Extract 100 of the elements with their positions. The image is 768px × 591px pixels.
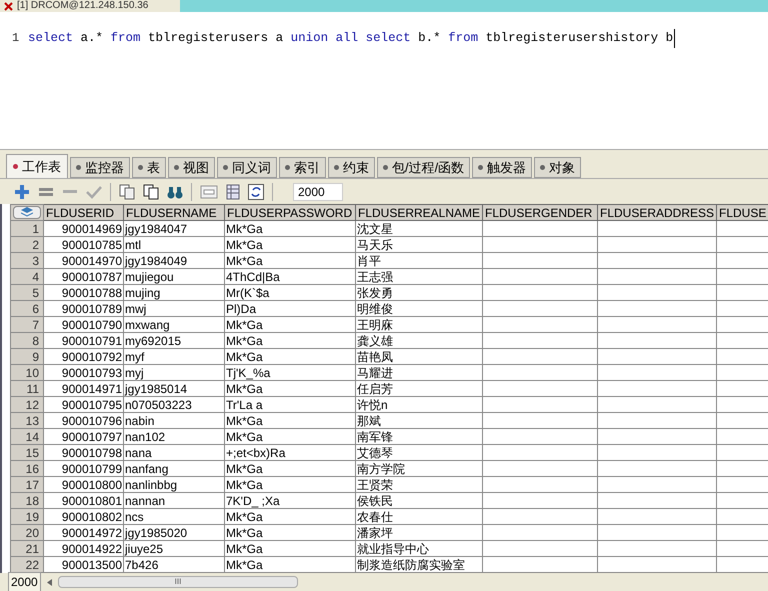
table-cell: 马天乐 xyxy=(356,236,482,252)
table-cell: 900014971 xyxy=(44,380,124,396)
copy-icon[interactable] xyxy=(119,184,135,200)
table-cell: 900010789 xyxy=(44,300,124,316)
table-cell: 900010798 xyxy=(44,444,124,460)
table-cell: Mk*Ga xyxy=(224,220,356,236)
row-number: 22 xyxy=(10,556,44,572)
tab[interactable]: 包/过程/函数 xyxy=(377,157,470,178)
table-cell: Mk*Ga xyxy=(224,332,356,348)
row-number: 17 xyxy=(10,476,44,492)
column-header[interactable]: FLDUSERREALNAME xyxy=(356,204,482,220)
table-cell: 任启芳 xyxy=(356,380,482,396)
table-cell: +;et<bx)Ra xyxy=(224,444,356,460)
table-cell: 艾德琴 xyxy=(356,444,482,460)
table-cell: 那斌 xyxy=(356,412,482,428)
horizontal-scrollbar-thumb[interactable]: III xyxy=(58,576,298,588)
table-cell: mxwang xyxy=(124,316,224,332)
table-cell: nanfang xyxy=(124,460,224,476)
table-cell: 潘家坪 xyxy=(356,524,482,540)
table-cell: Pl)Da xyxy=(224,300,356,316)
table-cell: Mk*Ga xyxy=(224,460,356,476)
row-number: 21 xyxy=(10,540,44,556)
tab[interactable]: 监控器 xyxy=(70,157,130,178)
table-cell: 900010788 xyxy=(44,284,124,300)
row-number: 20 xyxy=(10,524,44,540)
scroll-left-icon[interactable] xyxy=(47,578,52,586)
table-cell: Mk*Ga xyxy=(224,428,356,444)
row-number: 8 xyxy=(10,332,44,348)
table-cell: 南方学院 xyxy=(356,460,482,476)
table-cell: 900014972 xyxy=(44,524,124,540)
table-cell: myf xyxy=(124,348,224,364)
paste-icon[interactable] xyxy=(143,184,159,200)
column-header[interactable]: FLDUSERGENDER xyxy=(482,204,598,220)
row-number: 3 xyxy=(10,252,44,268)
table-cell: my692015 xyxy=(124,332,224,348)
tab[interactable]: 工作表 xyxy=(6,154,68,178)
refresh-icon[interactable] xyxy=(248,184,264,200)
column-header[interactable]: FLDUSERADDRESS xyxy=(598,204,716,220)
table-cell: 900014922 xyxy=(44,540,124,556)
table-cell: 7K'D_ ;Xa xyxy=(224,492,356,508)
table-cell: mwj xyxy=(124,300,224,316)
table-cell: 肖平 xyxy=(356,252,482,268)
equals-icon[interactable] xyxy=(38,186,54,198)
stack-icon xyxy=(21,207,33,218)
tab[interactable]: 同义词 xyxy=(217,157,277,178)
row-number: 2 xyxy=(10,236,44,252)
row-limit-field[interactable]: 2000 xyxy=(293,182,343,200)
table-cell: mujing xyxy=(124,284,224,300)
row-number: 4 xyxy=(10,268,44,284)
table-cell: 900010799 xyxy=(44,460,124,476)
table-cell: 王明庥 xyxy=(356,316,482,332)
row-number: 11 xyxy=(10,380,44,396)
plus-icon[interactable] xyxy=(14,184,30,200)
table-cell: mujiegou xyxy=(124,268,224,284)
column-header[interactable]: FLDUSERPASSWORD xyxy=(224,204,356,220)
table-cell: Mk*Ga xyxy=(224,380,356,396)
table-cell: Mk*Ga xyxy=(224,540,356,556)
table-cell: 900010801 xyxy=(44,492,124,508)
column-header[interactable]: FLDUSE xyxy=(716,204,768,220)
tab[interactable]: 触发器 xyxy=(472,157,532,178)
column-header[interactable]: FLDUSERNAME xyxy=(124,204,224,220)
select-all-button[interactable] xyxy=(13,206,41,219)
column-header[interactable]: FLDUSERID xyxy=(44,204,124,220)
table-cell: jgy1985014 xyxy=(124,380,224,396)
table-cell: Tr'La a xyxy=(224,396,356,412)
table-cell: 张发勇 xyxy=(356,284,482,300)
table-cell: myj xyxy=(124,364,224,380)
scroll-grip: III xyxy=(174,578,182,586)
row-number: 19 xyxy=(10,508,44,524)
row-number: 14 xyxy=(10,428,44,444)
row-number: 1 xyxy=(10,220,44,236)
row-number: 6 xyxy=(10,300,44,316)
table-cell: 南军锋 xyxy=(356,428,482,444)
table-cell: nana xyxy=(124,444,224,460)
tab[interactable]: 视图 xyxy=(168,157,215,178)
table-cell: 许悦n xyxy=(356,396,482,412)
table-cell: 侯铁民 xyxy=(356,492,482,508)
check-icon[interactable] xyxy=(86,184,102,198)
table-cell: Mr(K`$a xyxy=(224,284,356,300)
table-cell: jgy1984047 xyxy=(124,220,224,236)
table-cell: 900010790 xyxy=(44,316,124,332)
table-cell: 明维俊 xyxy=(356,300,482,316)
tab[interactable]: 索引 xyxy=(279,157,326,178)
row-number: 5 xyxy=(10,284,44,300)
table-cell: 900014969 xyxy=(44,220,124,236)
table-cell: 900010795 xyxy=(44,396,124,412)
table-cell: 900010791 xyxy=(44,332,124,348)
layout-icon[interactable] xyxy=(200,184,218,200)
table-cell: 900010792 xyxy=(44,348,124,364)
window-tab[interactable]: [1] DRCOM@121.248.150.36 xyxy=(0,0,180,12)
close-icon[interactable] xyxy=(4,2,13,10)
tab[interactable]: 表 xyxy=(132,157,166,178)
tab[interactable]: 对象 xyxy=(534,157,582,178)
table-cell: Mk*Ga xyxy=(224,316,356,332)
table-cell: 就业指导中心 xyxy=(356,540,482,556)
list-icon[interactable] xyxy=(226,184,240,200)
table-cell: 900010800 xyxy=(44,476,124,492)
row-number: 9 xyxy=(10,348,44,364)
sql-editor[interactable]: 1 select a.* from tblregisterusers a union all select b.* from tblregisterusershistory b xyxy=(0,12,768,150)
tab[interactable]: 约束 xyxy=(328,157,375,178)
